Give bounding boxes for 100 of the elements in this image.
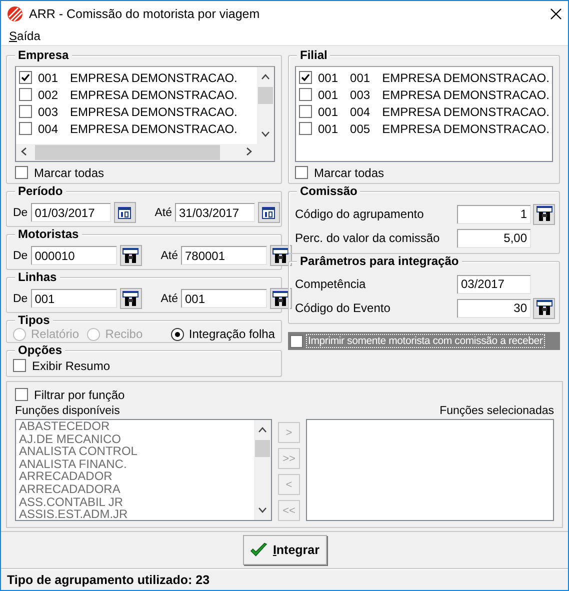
input-field[interactable]: 30 (457, 298, 531, 318)
group-title: Motoristas (15, 227, 82, 241)
group-title: Parâmetros para integração (297, 254, 462, 268)
picker-button[interactable] (270, 288, 292, 309)
binoculars-icon (122, 290, 140, 306)
company-code: 001 (318, 122, 338, 136)
checkbox-label: Imprimir somente motorista com comissão a receber (306, 334, 545, 348)
company-name: EMPRESA DEMONSTRACAO. (70, 122, 238, 136)
list-item[interactable]: ARRECADADORA (19, 482, 251, 496)
group-title: Tipos (15, 313, 53, 327)
available-list[interactable]: ABASTECEDOR AJ.DE MECANICO ANALISTA CONTROL ANALISTA FINANC. ARRECADADOR ARRECADADORA ASS.CONTABIL JR ASSIS.EST.ADM.JR (15, 419, 272, 521)
checkbox-label: Filtrar por função (34, 388, 125, 402)
checkbox[interactable] (290, 334, 303, 348)
input-field[interactable]: 1 (457, 204, 531, 224)
vertical-scrollbar[interactable] (257, 67, 274, 144)
branch-name: EMPRESA DEMONSTRACAO. (382, 122, 550, 136)
picker-button[interactable] (258, 202, 280, 223)
input-field[interactable]: 03/2017 (457, 274, 531, 294)
checkbox[interactable] (19, 88, 32, 101)
list-item[interactable]: ABASTECEDOR (19, 420, 251, 433)
checkbox[interactable] (299, 71, 312, 84)
binoculars-icon (536, 300, 552, 316)
selected-list[interactable] (306, 419, 554, 521)
app-logo-icon (7, 6, 23, 22)
list-item[interactable]: ASS.CONTABIL JR (19, 496, 251, 508)
checkbox[interactable] (15, 166, 28, 179)
field-label: De (13, 250, 28, 262)
list-item[interactable]: ASSIS.EST.ADM.JR (19, 508, 251, 520)
group-title: Linhas (15, 270, 60, 284)
group-title: Período (15, 184, 66, 198)
scroll-down-icon[interactable] (258, 507, 267, 513)
scrollbar-thumb[interactable] (255, 440, 270, 457)
scrollbar-thumb[interactable] (35, 145, 220, 160)
to-field[interactable]: 31/03/2017 (174, 203, 255, 222)
scrollbar-thumb[interactable] (258, 87, 273, 104)
radio-button[interactable] (170, 328, 184, 340)
group-title: Empresa (15, 48, 72, 62)
checkbox[interactable] (15, 388, 28, 401)
scroll-up-icon[interactable] (261, 74, 270, 80)
scroll-right-icon[interactable] (246, 146, 252, 156)
picker-button[interactable] (270, 245, 292, 266)
company-name: EMPRESA DEMONSTRACAO. (70, 88, 238, 102)
company-code: 001 (318, 104, 338, 118)
from-field[interactable]: 000010 (30, 246, 117, 265)
scroll-down-icon[interactable] (261, 131, 270, 137)
menu-item[interactable]: Saída (9, 29, 40, 43)
checkbox[interactable] (299, 122, 312, 135)
radio-label: Integração folha (188, 327, 275, 341)
picker-button[interactable] (114, 202, 136, 223)
status-text: Tipo de agrupamento utilizado: 23 (7, 573, 210, 587)
to-field[interactable]: 001 (180, 289, 267, 308)
checkbox[interactable] (19, 122, 32, 135)
company-name: EMPRESA DEMONSTRACAO. (70, 70, 238, 84)
binoculars-icon (272, 248, 290, 264)
company-code: 001 (318, 70, 338, 84)
close-icon[interactable] (550, 8, 562, 20)
list-item[interactable]: AJ.DE MECANICO (19, 432, 251, 446)
branch-code: 004 (350, 104, 370, 118)
field-label: De (13, 206, 28, 218)
radio-label: Recibo (105, 327, 143, 341)
picker-button[interactable] (120, 245, 142, 266)
checkbox-label: Exibir Resumo (32, 358, 110, 372)
lookup-button[interactable] (533, 204, 555, 224)
company-code: 004 (38, 122, 58, 136)
list-item[interactable]: ARRECADADOR (19, 470, 251, 483)
radio-label: Relatório (31, 327, 80, 341)
picker-button[interactable] (120, 288, 142, 309)
lookup-button[interactable] (533, 298, 555, 318)
branch-name: EMPRESA DEMONSTRACAO. (382, 88, 550, 102)
from-field[interactable]: 001 (30, 289, 117, 308)
from-field[interactable]: 01/03/2017 (30, 203, 111, 222)
field-label: Até (160, 292, 178, 304)
checkbox[interactable] (19, 71, 32, 84)
scroll-left-icon[interactable] (21, 146, 27, 156)
list-item[interactable]: ANALISTA CONTROL (19, 445, 251, 458)
branch-name: EMPRESA DEMONSTRACAO. (382, 70, 550, 84)
checkbox[interactable] (299, 105, 312, 118)
calendar-icon (118, 206, 132, 218)
checkmark-icon (250, 542, 267, 558)
field-label: De (13, 292, 28, 304)
list-item[interactable]: ANALISTA FINANC. (19, 458, 251, 470)
input-field[interactable]: 5,00 (457, 228, 531, 248)
field-label: Código do Evento (295, 301, 392, 315)
checkbox[interactable] (295, 166, 308, 179)
to-field[interactable]: 780001 (180, 246, 267, 265)
checkbox[interactable] (13, 359, 26, 372)
branch-code: 003 (350, 88, 370, 102)
horizontal-scrollbar[interactable] (16, 144, 274, 161)
scroll-up-icon[interactable] (258, 427, 267, 433)
integrate-button[interactable]: Integrar (242, 535, 326, 565)
field-label: Código do agrupamento (295, 207, 425, 221)
vertical-scrollbar[interactable] (254, 420, 271, 520)
list-label: Funções selecionadas (440, 405, 554, 417)
company-code: 001 (38, 70, 58, 84)
binoculars-icon (536, 206, 552, 222)
checkbox[interactable] (299, 88, 312, 101)
checkbox-label: Marcar todas (34, 166, 104, 180)
branch-name: EMPRESA DEMONSTRACAO. (382, 104, 550, 118)
checkbox[interactable] (19, 105, 32, 118)
branch-code: 001 (350, 70, 370, 84)
